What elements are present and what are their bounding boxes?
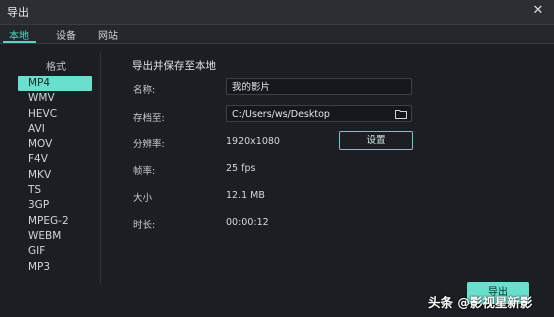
format-item-mpeg2[interactable]: MPEG-2 [18, 214, 92, 229]
format-item-mov[interactable]: MOV [18, 137, 92, 152]
resolution-label: 分辨率: [133, 139, 165, 150]
format-list: MP4 WMV HEVC AVI MOV F4V MKV TS 3GP MPEG… [18, 76, 92, 275]
export-tabs: 本地 设备 网站 [0, 25, 554, 44]
name-field[interactable]: 我的影片 [226, 78, 412, 95]
format-panel: 格式 MP4 WMV HEVC AVI MOV F4V MKV TS 3GP M… [12, 52, 101, 284]
format-header: 格式 [46, 62, 66, 73]
tab-local[interactable]: 本地 [9, 27, 29, 42]
format-item-wmv[interactable]: WMV [18, 91, 92, 106]
watermark-text: 头条 @影视星新影 [428, 295, 533, 310]
path-label: 存档至: [133, 113, 165, 124]
close-icon[interactable]: ✕ [530, 3, 546, 19]
tab-device[interactable]: 设备 [56, 27, 76, 42]
format-item-mp3[interactable]: MP3 [18, 260, 92, 275]
format-item-mp4[interactable]: MP4 [18, 76, 92, 91]
settings-button[interactable]: 设置 [339, 131, 413, 150]
format-item-hevc[interactable]: HEVC [18, 107, 92, 122]
framerate-value: 25 fps [226, 163, 256, 174]
resolution-value: 1920x1080 [226, 136, 280, 147]
size-value: 12.1 MB [226, 190, 265, 201]
path-field[interactable]: C:/Users/ws/Desktop [226, 105, 412, 122]
framerate-label: 帧率: [133, 166, 156, 177]
tab-website[interactable]: 网站 [98, 27, 118, 42]
format-item-f4v[interactable]: F4V [18, 152, 92, 167]
title-bar: 导出 ✕ [0, 0, 554, 25]
name-label: 名称: [133, 85, 156, 96]
format-item-mkv[interactable]: MKV [18, 168, 92, 183]
active-tab-indicator [3, 41, 36, 43]
format-item-3gp[interactable]: 3GP [18, 198, 92, 213]
path-value: C:/Users/ws/Desktop [232, 109, 330, 120]
section-title: 导出并保存至本地 [132, 60, 216, 72]
format-item-gif[interactable]: GIF [18, 244, 92, 259]
duration-value: 00:00:12 [226, 217, 269, 228]
format-item-webm[interactable]: WEBM [18, 229, 92, 244]
name-value: 我的影片 [232, 82, 271, 93]
duration-label: 时长: [133, 220, 156, 231]
window-title: 导出 [7, 6, 29, 19]
folder-icon[interactable] [395, 109, 407, 119]
size-label: 大小 [133, 193, 153, 204]
format-item-ts[interactable]: TS [18, 183, 92, 198]
format-item-avi[interactable]: AVI [18, 122, 92, 137]
